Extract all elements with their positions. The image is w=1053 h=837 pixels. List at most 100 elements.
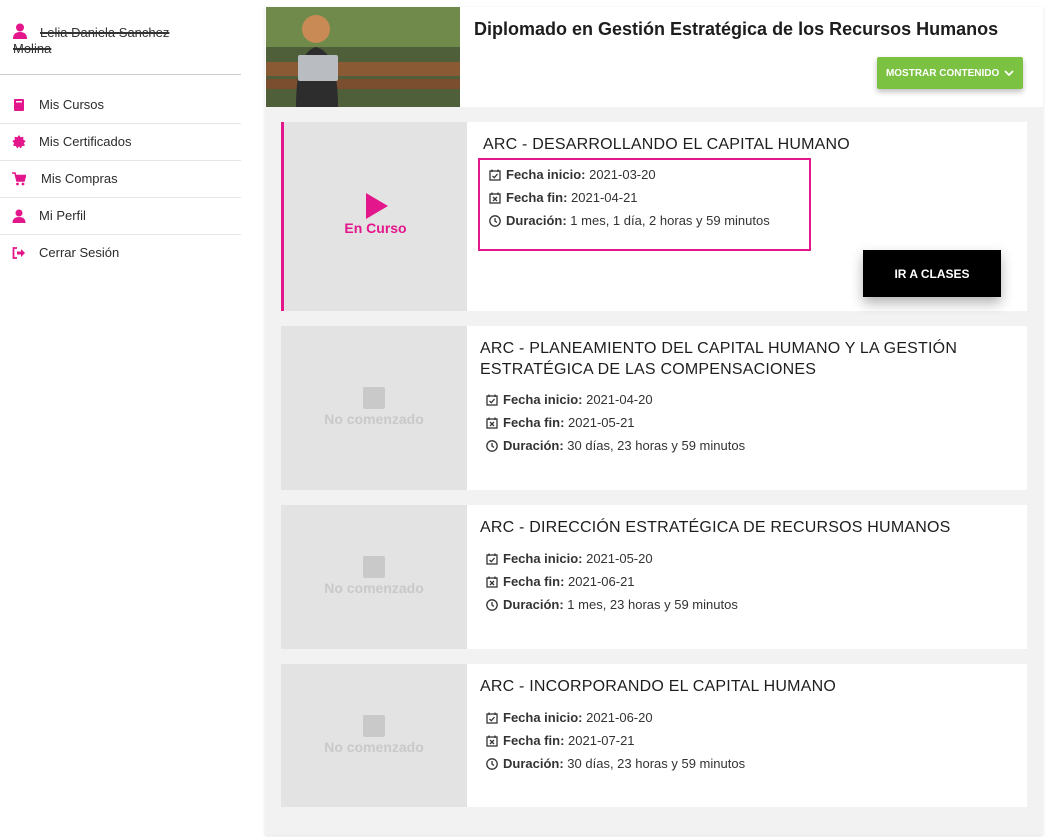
program-header: Diplomado en Gestión Estratégica de los … [265, 7, 1043, 107]
sidebar-item-cerrar-sesion[interactable]: Cerrar Sesión [0, 235, 241, 272]
program-title: Diplomado en Gestión Estratégica de los … [474, 19, 999, 39]
duration-label: Duración: [506, 213, 567, 228]
course-title: ARC - DESARROLLANDO EL CAPITAL HUMANO [483, 136, 850, 153]
play-icon [366, 193, 388, 219]
start-date-value: 2021-03-20 [589, 167, 656, 182]
duration-row: Duración: 30 días, 23 horas y 59 minutos [486, 752, 745, 775]
logout-icon [12, 247, 25, 259]
course-card: No comenzado ARC - DIRECCIÓN ESTRATÉGICA… [281, 505, 1027, 649]
duration-label: Duración: [503, 756, 564, 771]
end-date-value: 2021-05-21 [568, 415, 635, 430]
end-date-value: 2021-04-21 [571, 190, 638, 205]
start-date-label: Fecha inicio: [503, 392, 583, 407]
show-content-button[interactable]: MOSTRAR CONTENIDO [877, 57, 1023, 89]
course-status: No comenzado [324, 739, 424, 755]
user-icon [13, 23, 27, 39]
start-date-row: Fecha inicio: 2021-05-20 [486, 547, 738, 570]
end-date-value: 2021-07-21 [568, 733, 635, 748]
placeholder-icon [363, 715, 385, 737]
clock-icon [486, 758, 498, 770]
duration-value: 30 días, 23 horas y 59 minutos [567, 756, 746, 771]
course-card: No comenzado ARC - PLANEAMIENTO DEL CAPI… [281, 326, 1027, 490]
course-card: No comenzado ARC - INCORPORANDO EL CAPIT… [281, 664, 1027, 807]
badge-icon [12, 135, 26, 149]
duration-label: Duración: [503, 438, 564, 453]
start-date-label: Fecha inicio: [506, 167, 586, 182]
program-image [266, 7, 460, 107]
user-block: Lelia Daniela Sanchez Molina [0, 0, 241, 75]
end-date-label: Fecha fin: [503, 415, 565, 430]
end-date-row: Fecha fin: 2021-07-21 [486, 729, 745, 752]
course-thumbnail[interactable]: En Curso [284, 122, 467, 311]
calendar-check-icon [486, 553, 498, 565]
sidebar-item-label: Mis Certificados [39, 134, 132, 149]
placeholder-icon [363, 387, 385, 409]
start-date-value: 2021-04-20 [586, 392, 653, 407]
user-name-line2: Molina [13, 41, 52, 56]
duration-row: Duración: 1 mes, 1 día, 2 horas y 59 min… [489, 209, 770, 232]
sidebar-item-label: Cerrar Sesión [39, 245, 120, 260]
course-thumbnail: No comenzado [281, 664, 467, 807]
go-to-classes-button[interactable]: IR A CLASES [863, 250, 1001, 297]
clock-icon [489, 215, 501, 227]
chevron-down-icon [1004, 70, 1014, 77]
calendar-check-icon [486, 712, 498, 724]
course-status: No comenzado [324, 411, 424, 427]
course-card: En Curso ARC - DESARROLLANDO EL CAPITAL … [281, 122, 1027, 311]
course-status: En Curso [344, 220, 407, 236]
end-date-row: Fecha fin: 2021-05-21 [486, 411, 745, 434]
sidebar-menu: Mis Cursos Mis Certificados Mis Compras … [0, 87, 241, 272]
start-date-row: Fecha inicio: 2021-06-20 [486, 706, 745, 729]
start-date-label: Fecha inicio: [503, 710, 583, 725]
start-date-value: 2021-05-20 [586, 551, 653, 566]
start-date-row: Fecha inicio: 2021-04-20 [486, 388, 745, 411]
calendar-check-icon [486, 394, 498, 406]
duration-value: 1 mes, 1 día, 2 horas y 59 minutos [570, 213, 770, 228]
course-title: ARC - DIRECCIÓN ESTRATÉGICA DE RECURSOS … [480, 519, 951, 536]
user-icon [12, 209, 26, 223]
calendar-check-icon [489, 169, 501, 181]
end-date-label: Fecha fin: [503, 574, 565, 589]
placeholder-icon [363, 556, 385, 578]
user-name: Lelia Daniela Sanchez Molina [13, 22, 210, 56]
sidebar: Lelia Daniela Sanchez Molina Mis Cursos … [0, 0, 241, 837]
clock-icon [486, 440, 498, 452]
sidebar-item-label: Mis Cursos [39, 97, 105, 112]
duration-value: 30 días, 23 horas y 59 minutos [567, 438, 746, 453]
end-date-value: 2021-06-21 [568, 574, 635, 589]
sidebar-item-mis-compras[interactable]: Mis Compras [0, 161, 241, 198]
start-date-label: Fecha inicio: [503, 551, 583, 566]
course-title: ARC - INCORPORANDO EL CAPITAL HUMANO [480, 678, 836, 695]
duration-row: Duración: 1 mes, 23 horas y 59 minutos [486, 593, 738, 616]
duration-value: 1 mes, 23 horas y 59 minutos [567, 597, 738, 612]
cart-icon [12, 172, 26, 186]
end-date-label: Fecha fin: [503, 733, 565, 748]
end-date-row: Fecha fin: 2021-06-21 [486, 570, 738, 593]
calendar-x-icon [489, 192, 501, 204]
calendar-x-icon [486, 417, 498, 429]
start-date-row: Fecha inicio: 2021-03-20 [489, 163, 770, 186]
program-photo [266, 7, 460, 107]
sidebar-item-label: Mi Perfil [39, 208, 86, 223]
course-thumbnail: No comenzado [281, 505, 467, 649]
sidebar-item-mi-perfil[interactable]: Mi Perfil [0, 198, 241, 235]
sidebar-item-label: Mis Compras [41, 171, 118, 186]
course-title: ARC - PLANEAMIENTO DEL CAPITAL HUMANO Y … [480, 340, 958, 378]
clock-icon [486, 599, 498, 611]
sidebar-item-mis-certificados[interactable]: Mis Certificados [0, 124, 241, 161]
calendar-x-icon [486, 735, 498, 747]
user-name-line1: Lelia Daniela Sanchez [40, 25, 170, 40]
sidebar-item-mis-cursos[interactable]: Mis Cursos [0, 87, 241, 124]
course-info: Fecha inicio: 2021-05-20 Fecha fin: 2021… [486, 547, 738, 616]
start-date-value: 2021-06-20 [586, 710, 653, 725]
end-date-row: Fecha fin: 2021-04-21 [489, 186, 770, 209]
book-icon [14, 99, 24, 111]
course-info: Fecha inicio: 2021-03-20 Fecha fin: 2021… [489, 163, 770, 232]
course-info: Fecha inicio: 2021-06-20 Fecha fin: 2021… [486, 706, 745, 775]
course-status: No comenzado [324, 580, 424, 596]
show-content-label: MOSTRAR CONTENIDO [885, 67, 1000, 79]
calendar-x-icon [486, 576, 498, 588]
course-info: Fecha inicio: 2021-04-20 Fecha fin: 2021… [486, 388, 745, 457]
duration-label: Duración: [503, 597, 564, 612]
course-thumbnail: No comenzado [281, 326, 467, 490]
